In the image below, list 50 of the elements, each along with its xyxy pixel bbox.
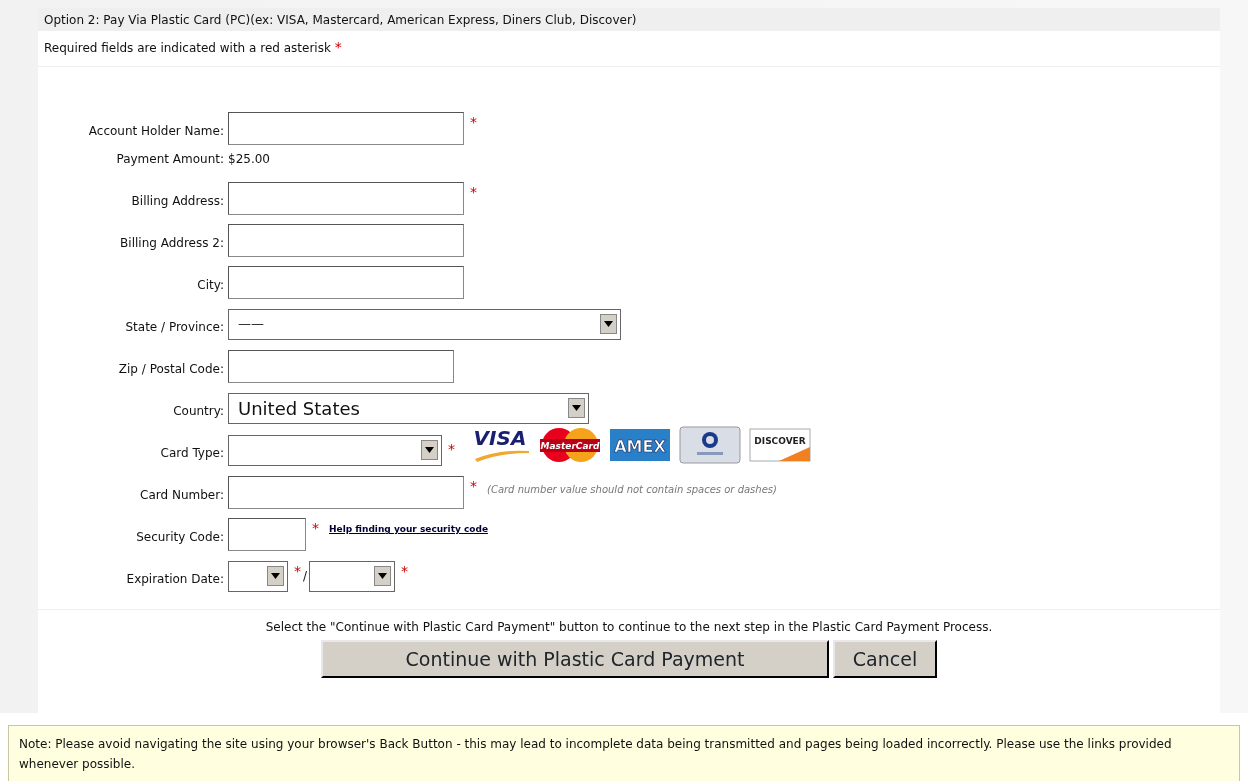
- field-label: State / Province:: [124, 319, 225, 336]
- required-asterisk: *: [334, 39, 342, 55]
- required-asterisk: *: [470, 112, 477, 132]
- payment-amount: $25.00: [228, 151, 270, 168]
- help-link[interactable]: Help finding your security code: [329, 523, 488, 545]
- card-logo-icon: [679, 424, 741, 465]
- required-asterisk: *: [312, 518, 319, 538]
- date-separator: /: [303, 568, 308, 585]
- hint-text: (Card number value should not contain spaces or dashes): [487, 482, 777, 497]
- visa-logo: VISA: [469, 424, 531, 465]
- field-label: Expiration Date:: [125, 571, 225, 588]
- text-field[interactable]: [228, 223, 464, 257]
- field-label: Account Holder Name:: [87, 123, 225, 140]
- text-field[interactable]: [228, 181, 464, 215]
- cancel-button[interactable]: Cancel: [833, 640, 937, 678]
- text-field[interactable]: [228, 517, 306, 551]
- required-asterisk: *: [294, 561, 301, 581]
- note-text: Note: Please avoid navigating the site using your browser's Back Button - this may lead to incomplete data being transmitted and pages being loaded incorrectly. Please use the links provided whenever possible.: [8, 725, 1240, 781]
- year-dropdown[interactable]: [309, 560, 396, 592]
- field-label: Country:: [172, 403, 225, 420]
- required-note: Required fields are indicated with a red asterisk: [44, 41, 331, 55]
- required-asterisk: *: [470, 182, 477, 202]
- text-field[interactable]: [228, 265, 464, 299]
- field-label: Card Number:: [139, 487, 225, 504]
- instruction-text: Select the "Continue with Plastic Card Payment" button to continue to the next step in the Plastic Card Payment Process.: [264, 619, 994, 636]
- field-label: Zip / Postal Code:: [117, 361, 225, 378]
- text-field[interactable]: [228, 475, 464, 509]
- mastercard-logo: MasterCard: [539, 424, 601, 465]
- dropdown[interactable]: United States: [228, 392, 589, 424]
- field-label: Security Code:: [135, 529, 225, 546]
- text-field[interactable]: [228, 111, 464, 145]
- caret-icon: [425, 447, 434, 453]
- caret-icon: [604, 321, 613, 327]
- field-label: Card Type:: [159, 445, 225, 462]
- required-asterisk: *: [448, 439, 455, 459]
- field-label: Payment Amount:: [115, 151, 225, 168]
- field-label: Billing Address 2:: [119, 235, 225, 252]
- required-asterisk: *: [470, 476, 477, 496]
- caret-icon: [572, 405, 581, 411]
- continue-button[interactable]: Continue with Plastic Card Payment: [321, 640, 829, 678]
- required-asterisk: *: [401, 561, 409, 581]
- caret-icon: [378, 573, 388, 579]
- caret-icon: [271, 573, 280, 579]
- month-dropdown[interactable]: [228, 560, 288, 592]
- dropdown[interactable]: ——: [228, 308, 621, 340]
- field-label: Billing Address:: [130, 193, 225, 210]
- field-label: City:: [196, 277, 225, 294]
- section-title: Option 2: Pay Via Plastic Card (PC)(ex: VISA, Mastercard, American Express, Diners Club, Discover): [38, 8, 1220, 31]
- dropdown[interactable]: [228, 434, 442, 466]
- text-field[interactable]: [228, 349, 454, 383]
